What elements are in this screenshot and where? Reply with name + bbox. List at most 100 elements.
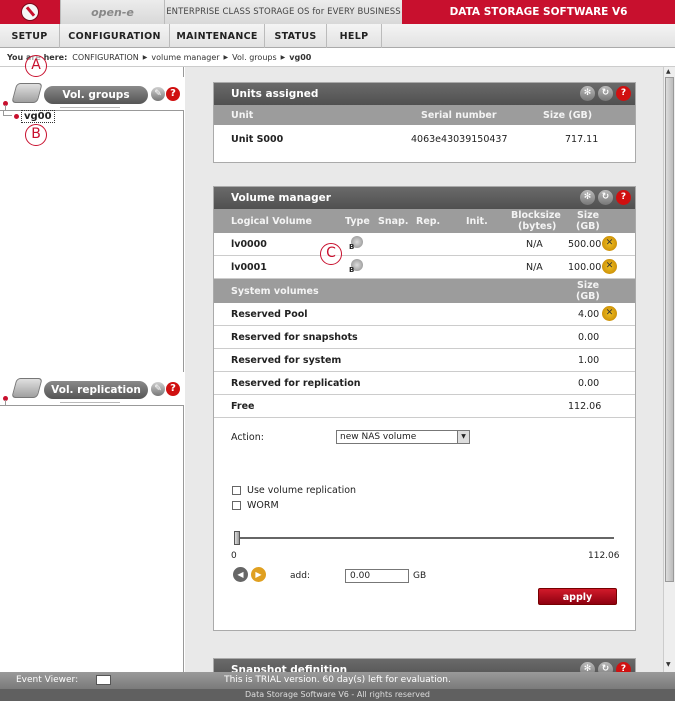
table-row: Reserved for snapshots 0.00 [214,326,635,349]
size-slider-track[interactable] [234,537,614,539]
table-row[interactable]: lv0000 B N/A 500.00 ✕ [214,233,635,256]
units-assigned-panel: Units assigned ✻ ↻ ? Unit Serial number … [213,82,636,163]
use-replication-checkbox[interactable]: Use volume replication [232,485,356,496]
col-serial: Serial number [421,110,497,121]
copyright: Data Storage Software V6 - All rights re… [0,689,675,701]
wrench-icon [11,378,43,398]
scrollbar[interactable]: ▲ ▼ [663,67,675,672]
refresh-icon[interactable]: ↻ [598,190,613,205]
decrease-arrow-icon[interactable]: ◀ [233,567,248,582]
menu-help[interactable]: HELP [327,24,382,48]
volume-size: 500.00 [568,239,602,250]
delete-icon[interactable]: ✕ [602,236,617,251]
volume-manager-title: Volume manager [231,192,331,204]
col-size-unit: (GB) [576,291,600,302]
help-icon[interactable]: ? [166,382,180,396]
breadcrumb-item[interactable]: volume manager [151,53,219,62]
scrollbar-thumb[interactable] [665,77,674,582]
system-volume-size: 0.00 [578,378,600,389]
table-row[interactable]: lv0001 B N/A 100.00 ✕ [214,256,635,279]
menu-configuration[interactable]: CONFIGURATION [60,24,170,48]
menu-status[interactable]: STATUS [265,24,327,48]
system-volume-name: Free [231,401,255,412]
col-rep: Rep. [416,216,441,227]
callout-a: A [25,55,47,77]
action-label: Action: [231,432,264,443]
action-select-value: new NAS volume [340,432,417,442]
tree-item-vg00[interactable]: vg00 [3,110,55,123]
system-volume-size: 4.00 [578,309,600,320]
unit-size: 717.11 [565,134,599,145]
refresh-icon[interactable]: ↻ [598,86,613,101]
col-unit: Unit [231,110,254,121]
system-volume-size: 1.00 [578,355,600,366]
delete-icon[interactable]: ✕ [602,259,617,274]
breadcrumb-item[interactable]: Vol. groups [232,53,276,62]
product-title: DATA STORAGE SOFTWARE V6 [402,0,675,24]
unit-serial: 4063e43039150437 [411,134,508,145]
apply-button[interactable]: apply [538,588,617,605]
tools-icon[interactable]: ✎ [151,382,165,396]
trial-notice: This is TRIAL version. 60 day(s) left fo… [224,675,451,685]
slider-min: 0 [231,551,237,561]
settings-icon[interactable]: ✻ [580,662,595,672]
add-label: add: [290,571,310,581]
callout-b: B [25,124,47,146]
nas-volume-icon: B [349,235,367,253]
col-snap: Snap. [378,216,409,227]
size-slider-handle[interactable] [234,531,240,545]
chevron-right-icon: ▶ [280,53,286,61]
add-size-input[interactable]: 0.00 [345,569,409,583]
breadcrumb-item[interactable]: CONFIGURATION [72,53,139,62]
menu-maintenance[interactable]: MAINTENANCE [170,24,265,48]
vol-groups-header: Vol. groups ✎ ? [0,77,184,111]
scroll-down-icon[interactable]: ▼ [666,661,671,668]
units-assigned-title: Units assigned [231,88,319,100]
system-volume-size: 0.00 [578,332,600,343]
delete-icon[interactable]: ✕ [602,306,617,321]
table-row: Free 112.06 [214,395,635,418]
wrench-icon [11,83,43,103]
menu-setup[interactable]: SETUP [0,24,60,48]
col-init: Init. [466,216,488,227]
scroll-up-icon[interactable]: ▲ [666,68,671,75]
system-volume-name: Reserved for system [231,355,342,366]
add-size-value: 0.00 [350,571,371,581]
tools-icon[interactable]: ✎ [151,87,165,101]
worm-checkbox[interactable]: WORM [232,500,279,511]
refresh-icon[interactable]: ↻ [598,662,613,672]
volume-manager-panel: Volume manager ✻ ↻ ? Logical Volume Type… [213,186,636,631]
tree-item-label[interactable]: vg00 [21,110,55,123]
add-unit: GB [413,571,427,581]
help-icon[interactable]: ? [616,662,631,672]
table-row: Reserved Pool 4.00 ✕ [214,303,635,326]
unit-name: Unit S000 [231,134,284,145]
col-type: Type [345,216,370,227]
callout-c: C [320,243,342,265]
col-logical-volume: Logical Volume [231,216,312,227]
settings-icon[interactable]: ✻ [580,86,595,101]
help-icon[interactable]: ? [616,86,631,101]
breadcrumb-current: vg00 [289,52,312,62]
vol-replication-header: Vol. replication ✎ ? [0,372,184,406]
system-volumes-header: System volumes [231,286,319,297]
increase-arrow-icon[interactable]: ▶ [251,567,266,582]
system-volume-name: Reserved for snapshots [231,332,358,343]
logo-icon[interactable] [0,0,60,24]
system-volume-name: Reserved for replication [231,378,361,389]
brand-name: open-e [91,5,134,19]
help-icon[interactable]: ? [166,87,180,101]
header-bar: open-e ENTERPRISE CLASS STORAGE OS for E… [0,0,675,24]
help-icon[interactable]: ? [616,190,631,205]
action-select[interactable]: new NAS volume ▼ [336,430,470,444]
vol-groups-title[interactable]: Vol. groups [44,86,148,104]
snapshot-definition-panel: Snapshot definition ✻ ↻ ? [213,658,636,672]
breadcrumb: You are here: CONFIGURATION ▶ volume man… [0,48,675,67]
tagline: ENTERPRISE CLASS STORAGE OS for EVERY BU… [166,7,401,17]
settings-icon[interactable]: ✻ [580,190,595,205]
chevron-down-icon[interactable]: ▼ [457,431,469,443]
worm-label: WORM [247,500,279,511]
table-row: Reserved for replication 0.00 [214,372,635,395]
vol-replication-title[interactable]: Vol. replication [44,381,148,399]
system-volume-size: 112.06 [568,401,602,412]
